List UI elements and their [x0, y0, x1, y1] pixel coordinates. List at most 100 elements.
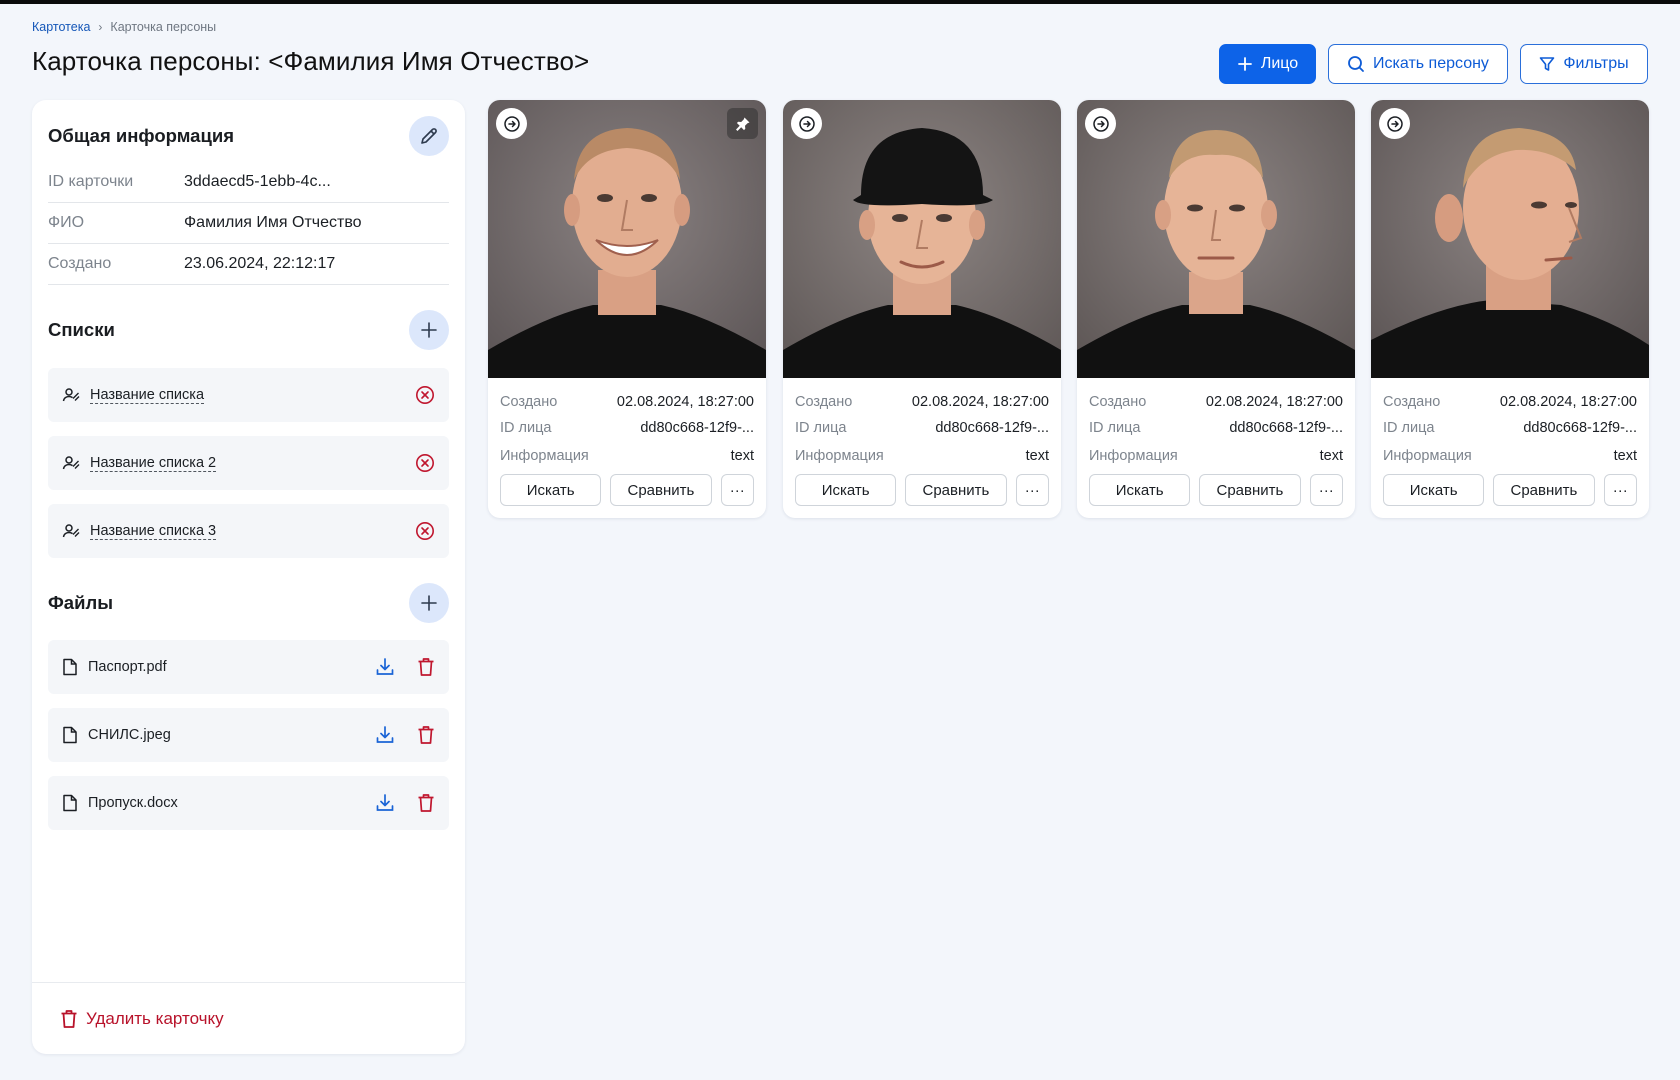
- file-name: СНИЛС.jpeg: [88, 727, 171, 743]
- face-id-label: ID лица: [1383, 420, 1435, 436]
- trash-icon: [418, 726, 434, 744]
- face-portrait-image: [783, 100, 1061, 378]
- breadcrumb-root-link[interactable]: Картотека: [32, 20, 90, 34]
- more-options-button[interactable]: ···: [720, 474, 755, 506]
- lists-title: Списки: [48, 319, 115, 340]
- top-edge-bar: [0, 0, 1680, 4]
- created-value: 02.08.2024, 18:27:00: [911, 394, 1049, 410]
- file-icon: [63, 658, 77, 676]
- arrow-circle-right-icon: [1092, 115, 1109, 132]
- list-link[interactable]: Название списка: [90, 387, 205, 404]
- search-face-button[interactable]: Искать: [1089, 474, 1191, 506]
- face-id-value: dd80c668-12f9-...: [1523, 420, 1637, 436]
- delete-file-button[interactable]: [417, 793, 435, 813]
- face-id-label: ID лица: [795, 420, 847, 436]
- face-meta: Создано 02.08.2024, 18:27:00 ID лица dd80c…: [1089, 390, 1343, 470]
- arrow-circle-right-icon: [798, 115, 815, 132]
- header-actions: Лицо Искать персону Фильтры: [1219, 44, 1648, 84]
- face-card: Создано 02.08.2024, 18:27:00 ID лица dd80c…: [1077, 100, 1355, 518]
- info-label: Информация: [500, 448, 589, 464]
- file-item: Пропуск.docx: [48, 776, 449, 830]
- face-portrait-image: [1371, 100, 1649, 378]
- delete-card-label: Удалить карточку: [86, 1008, 224, 1028]
- face-photo[interactable]: [1371, 100, 1649, 378]
- search-face-button[interactable]: Искать: [795, 474, 897, 506]
- face-meta: Создано 02.08.2024, 18:27:00 ID лица dd80c…: [1383, 390, 1637, 470]
- face-id-label: ID лица: [500, 420, 552, 436]
- download-file-button[interactable]: [375, 657, 395, 677]
- person-list-icon: [62, 524, 80, 538]
- face-id-label: ID лица: [1089, 420, 1141, 436]
- info-value: 3ddaecd5-1ebb-4c...: [184, 173, 331, 190]
- download-file-button[interactable]: [375, 793, 395, 813]
- trash-icon: [418, 658, 434, 676]
- created-label: Создано: [1383, 394, 1441, 410]
- remove-list-button[interactable]: [415, 521, 435, 541]
- compare-face-button[interactable]: Сравнить: [610, 474, 712, 506]
- remove-list-button[interactable]: [415, 385, 435, 405]
- delete-file-button[interactable]: [417, 725, 435, 745]
- lists-header: Списки: [48, 310, 449, 350]
- open-face-button[interactable]: [791, 108, 822, 139]
- face-id-value: dd80c668-12f9-...: [1229, 420, 1343, 436]
- search-icon: [1348, 56, 1364, 72]
- created-value: 02.08.2024, 18:27:00: [1499, 394, 1637, 410]
- info-value: text: [1025, 448, 1049, 464]
- open-face-button[interactable]: [496, 108, 527, 139]
- more-options-button[interactable]: ···: [1603, 474, 1638, 506]
- created-label: Создано: [795, 394, 853, 410]
- face-photo[interactable]: [783, 100, 1061, 378]
- open-face-button[interactable]: [1085, 108, 1116, 139]
- plus-icon: [1237, 57, 1252, 71]
- chevron-right-icon: ›: [98, 20, 103, 34]
- compare-face-button[interactable]: Сравнить: [905, 474, 1007, 506]
- add-list-button[interactable]: [409, 310, 449, 350]
- download-file-button[interactable]: [375, 725, 395, 745]
- more-options-button[interactable]: ···: [1015, 474, 1050, 506]
- search-face-button[interactable]: Искать: [1383, 474, 1485, 506]
- list-link[interactable]: Название списка 3: [90, 523, 217, 540]
- info-value: text: [1613, 448, 1637, 464]
- open-face-button[interactable]: [1379, 108, 1410, 139]
- more-options-button[interactable]: ···: [1309, 474, 1344, 506]
- remove-list-button[interactable]: [415, 453, 435, 473]
- delete-file-button[interactable]: [417, 657, 435, 677]
- file-icon: [63, 726, 77, 744]
- files-title: Файлы: [48, 592, 114, 613]
- compare-face-button[interactable]: Сравнить: [1493, 474, 1595, 506]
- general-info-title: Общая информация: [48, 125, 234, 146]
- face-actions: Искать Сравнить ···: [1089, 474, 1344, 506]
- compare-face-button[interactable]: Сравнить: [1199, 474, 1301, 506]
- file-item: СНИЛС.jpeg: [48, 708, 449, 762]
- close-circle-icon: [416, 522, 434, 540]
- filters-button[interactable]: Фильтры: [1520, 44, 1648, 84]
- created-value: 02.08.2024, 18:27:00: [1205, 394, 1343, 410]
- face-photo[interactable]: [1077, 100, 1355, 378]
- info-value: text: [1319, 448, 1343, 464]
- face-actions: Искать Сравнить ···: [1383, 474, 1638, 506]
- add-face-label: Лицо: [1260, 55, 1299, 72]
- info-label: Информация: [795, 448, 884, 464]
- info-row-card-id: ID карточки 3ddaecd5-1ebb-4c...: [48, 162, 449, 203]
- file-item: Паспорт.pdf: [48, 640, 449, 694]
- person-list-icon: [62, 388, 80, 402]
- list-link[interactable]: Название списка 2: [90, 455, 217, 472]
- search-person-button[interactable]: Искать персону: [1328, 44, 1508, 84]
- pin-icon: [735, 117, 749, 131]
- face-meta: Создано 02.08.2024, 18:27:00 ID лица dd80c…: [795, 390, 1049, 470]
- face-photo[interactable]: [488, 100, 766, 378]
- pin-face-button[interactable]: [727, 108, 758, 139]
- add-file-button[interactable]: [409, 583, 449, 623]
- add-face-button[interactable]: Лицо: [1219, 44, 1316, 84]
- download-icon: [376, 794, 394, 811]
- info-label: Информация: [1089, 448, 1178, 464]
- plus-icon: [421, 322, 437, 338]
- face-card: Создано 02.08.2024, 18:27:00 ID лица dd80c…: [488, 100, 766, 518]
- files-header: Файлы: [48, 583, 449, 623]
- delete-card-button[interactable]: Удалить карточку: [32, 982, 465, 1054]
- list-item: Название списка 2: [48, 436, 449, 490]
- close-circle-icon: [416, 386, 434, 404]
- edit-info-button[interactable]: [409, 116, 449, 156]
- search-face-button[interactable]: Искать: [500, 474, 602, 506]
- info-value: text: [730, 448, 754, 464]
